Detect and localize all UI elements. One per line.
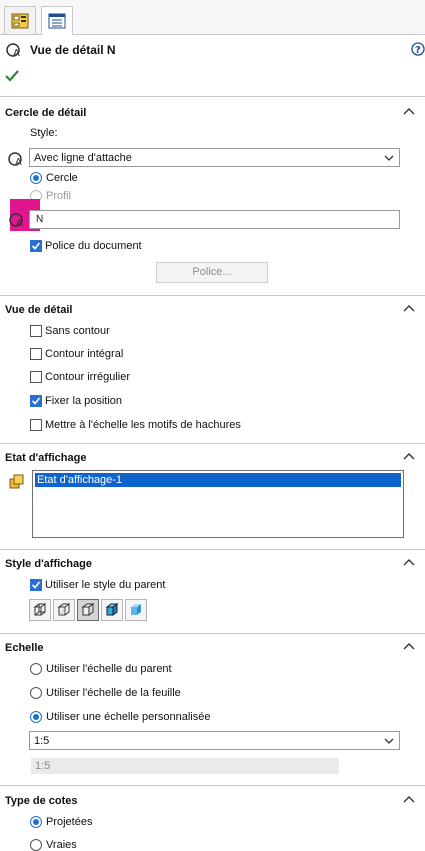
- tab-property-manager[interactable]: [41, 6, 73, 35]
- divider: [0, 96, 425, 97]
- divider: [0, 295, 425, 296]
- no-outline-label: Sans contour: [45, 325, 110, 337]
- radio-custom-scale[interactable]: [30, 711, 43, 724]
- jagged-outline-checkbox[interactable]: [30, 371, 42, 383]
- radio-true[interactable]: [30, 839, 42, 851]
- chevron-up-icon[interactable]: [403, 303, 415, 318]
- display-style-buttons: [29, 599, 154, 623]
- section-title-display-state: Etat d'affichage: [5, 452, 87, 464]
- svg-text:?: ?: [415, 45, 421, 56]
- svg-text:A: A: [13, 48, 20, 58]
- section-title-scale: Echelle: [5, 642, 44, 654]
- wireframe-button[interactable]: [29, 599, 51, 621]
- full-outline-label: Contour intégral: [45, 348, 124, 360]
- shaded-icon: [131, 604, 141, 615]
- hidden-lines-removed-icon: [81, 603, 95, 616]
- divider: [0, 785, 425, 786]
- radio-parent-scale[interactable]: [30, 663, 42, 675]
- section-title-display-style: Style d'affichage: [5, 558, 92, 570]
- hidden-lines-visible-icon: [57, 603, 71, 616]
- checkmark-icon: [31, 242, 41, 250]
- style-select[interactable]: Avec ligne d'attache: [29, 148, 400, 167]
- svg-text:A: A: [16, 218, 23, 228]
- display-state-list[interactable]: Etat d'affichage-1: [32, 470, 404, 538]
- checkmark-icon: [31, 581, 41, 589]
- chevron-up-icon[interactable]: [403, 451, 415, 466]
- use-parent-style-checkbox[interactable]: [30, 579, 42, 591]
- radio-true-label: Vraies: [46, 839, 77, 851]
- scale-select-value: 1:5: [34, 735, 50, 747]
- scale-hatch-label: Mettre à l'échelle les motifs de hachure…: [45, 419, 241, 431]
- doc-font-checkbox[interactable]: [30, 240, 42, 252]
- radio-sheet-scale[interactable]: [30, 687, 42, 699]
- feature-manager-icon: [11, 13, 29, 28]
- radio-profile-label: Profil: [46, 190, 72, 202]
- radio-circle-label: Cercle: [46, 172, 78, 184]
- pin-position-checkbox[interactable]: [30, 395, 42, 407]
- scale-hatch-checkbox[interactable]: [30, 419, 42, 431]
- chevron-up-icon[interactable]: [403, 641, 415, 656]
- hidden-lines-removed-button[interactable]: [77, 599, 99, 621]
- ok-check-icon[interactable]: [5, 70, 19, 85]
- style-label: Style:: [30, 127, 58, 139]
- shaded-with-edges-button[interactable]: [101, 599, 123, 621]
- chevron-up-icon[interactable]: [403, 557, 415, 572]
- radio-circle[interactable]: [30, 172, 43, 185]
- radio-projected-label: Projetées: [46, 816, 93, 828]
- checkmark-icon: [31, 397, 41, 405]
- divider: [0, 633, 425, 634]
- section-title-detail-view: Vue de détail: [5, 304, 73, 316]
- wireframe-icon: [33, 603, 47, 616]
- chevron-down-icon: [384, 738, 394, 744]
- jagged-outline-label: Contour irrégulier: [45, 371, 130, 383]
- detail-circle-style-icon: A: [8, 151, 26, 170]
- help-icon[interactable]: ?: [411, 42, 425, 59]
- page-title: Vue de détail N: [30, 43, 116, 57]
- scale-select[interactable]: 1:5: [29, 731, 400, 750]
- tab-feature-manager[interactable]: [4, 6, 36, 34]
- radio-custom-scale-label: Utiliser une échelle personnalisée: [46, 711, 211, 723]
- shaded-with-edges-icon: [105, 603, 119, 616]
- detail-view-icon: A: [6, 42, 24, 61]
- use-parent-style-label: Utiliser le style du parent: [45, 579, 166, 591]
- style-select-value: Avec ligne d'attache: [34, 152, 132, 164]
- shaded-button[interactable]: [125, 599, 147, 621]
- pin-position-label: Fixer la position: [45, 395, 123, 407]
- radio-parent-scale-label: Utiliser l'échelle du parent: [46, 663, 172, 675]
- section-title-detail-circle: Cercle de détail: [5, 107, 87, 119]
- divider: [0, 443, 425, 444]
- radio-projected[interactable]: [30, 816, 43, 829]
- label-field[interactable]: N: [29, 210, 400, 229]
- label-field-value: N: [36, 214, 44, 225]
- scale-field: 1:5: [31, 758, 339, 774]
- display-state-icon: [8, 473, 26, 494]
- divider: [0, 549, 425, 550]
- section-title-dimension-type: Type de cotes: [5, 795, 78, 807]
- radio-sheet-scale-label: Utiliser l'échelle de la feuille: [46, 687, 181, 699]
- chevron-down-icon: [384, 155, 394, 161]
- chevron-up-icon[interactable]: [403, 106, 415, 121]
- no-outline-checkbox[interactable]: [30, 325, 42, 337]
- hidden-lines-visible-button[interactable]: [53, 599, 75, 621]
- tab-bar: [0, 0, 425, 35]
- full-outline-checkbox[interactable]: [30, 348, 42, 360]
- chevron-up-icon[interactable]: [403, 794, 415, 809]
- font-button[interactable]: Police...: [156, 262, 268, 283]
- property-manager-icon: [48, 13, 66, 29]
- svg-text:A: A: [15, 157, 22, 167]
- display-state-item[interactable]: Etat d'affichage-1: [35, 473, 401, 487]
- doc-font-label: Police du document: [45, 240, 142, 252]
- label-icon: A: [9, 212, 27, 231]
